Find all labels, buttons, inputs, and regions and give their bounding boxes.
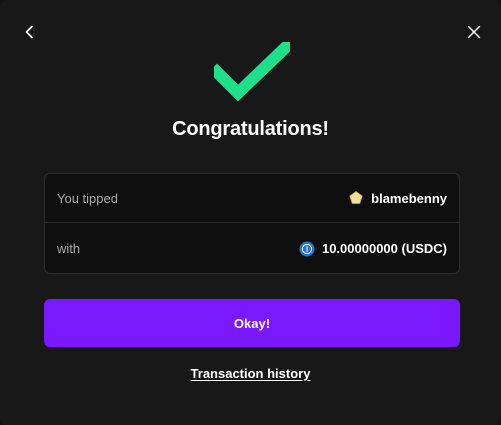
usdc-coin-icon <box>299 241 315 257</box>
summary-row-amount: with 10.00000000 (USDC) <box>45 224 459 273</box>
checkmark-icon <box>214 42 290 102</box>
tip-success-modal: Congratulations! You tipped blamebenny w… <box>0 0 501 425</box>
tipped-label: You tipped <box>57 190 118 206</box>
recipient-value: blamebenny <box>348 190 447 206</box>
summary-row-recipient: You tipped blamebenny <box>45 174 459 223</box>
recipient-name: blamebenny <box>371 190 447 206</box>
close-button[interactable] <box>462 20 486 44</box>
user-avatar-icon <box>348 190 364 206</box>
chevron-left-icon <box>25 25 33 39</box>
tip-summary: You tipped blamebenny with 10.00000000 (… <box>44 173 460 274</box>
transaction-history-link[interactable]: Transaction history <box>0 366 501 381</box>
with-label: with <box>57 241 81 256</box>
amount-value: 10.00000000 (USDC) <box>299 241 447 257</box>
okay-button[interactable]: Okay! <box>44 299 460 347</box>
back-button[interactable] <box>18 20 42 44</box>
close-icon <box>467 25 481 39</box>
amount-text: 10.00000000 (USDC) <box>321 241 447 256</box>
page-title: Congratulations! <box>172 118 329 140</box>
